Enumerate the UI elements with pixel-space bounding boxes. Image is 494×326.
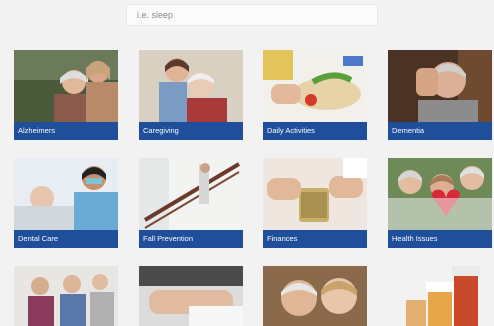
- topic-tile-caregiving[interactable]: Caregiving: [139, 50, 243, 140]
- elderly-couple-photo: [14, 50, 118, 122]
- medicine-bottles-photo: [388, 266, 492, 326]
- topic-tile-dental-care[interactable]: Dental Care: [14, 158, 118, 248]
- group-photo: [14, 266, 118, 326]
- topic-label: Daily Activities: [263, 122, 367, 140]
- dentist-photo: [14, 158, 118, 230]
- heart-women-photo: [388, 158, 492, 230]
- topic-label: Dental Care: [14, 230, 118, 248]
- topic-tile-handshake[interactable]: [139, 266, 243, 326]
- topic-tile-medicine[interactable]: [388, 266, 492, 326]
- topic-tile-fall-prevention[interactable]: Fall Prevention: [139, 158, 243, 248]
- topic-tile-dementia[interactable]: Dementia: [388, 50, 492, 140]
- caregiver-hug-photo: [139, 50, 243, 122]
- topic-tile-daily-activities[interactable]: Daily Activities: [263, 50, 367, 140]
- stair-rail-photo: [139, 158, 243, 230]
- topic-tile-finances[interactable]: Finances: [263, 158, 367, 248]
- cooking-photo: [263, 50, 367, 122]
- topic-tile-smiling-couple[interactable]: [263, 266, 367, 326]
- topic-tile-group[interactable]: [14, 266, 118, 326]
- handshake-photo: [139, 266, 243, 326]
- coin-jar-photo: [263, 158, 367, 230]
- topic-label: Fall Prevention: [139, 230, 243, 248]
- topic-label: Caregiving: [139, 122, 243, 140]
- topic-label: Alzheimers: [14, 122, 118, 140]
- topic-grid: Alzheimers Caregiving Daily Activities D…: [0, 0, 494, 326]
- topic-tile-health-issues[interactable]: Health Issues: [388, 158, 492, 248]
- worried-man-photo: [388, 50, 492, 122]
- smiling-couple-photo: [263, 266, 367, 326]
- topic-tile-alzheimers[interactable]: Alzheimers: [14, 50, 118, 140]
- topic-label: Finances: [263, 230, 367, 248]
- topic-label: Dementia: [388, 122, 492, 140]
- topic-label: Health Issues: [388, 230, 492, 248]
